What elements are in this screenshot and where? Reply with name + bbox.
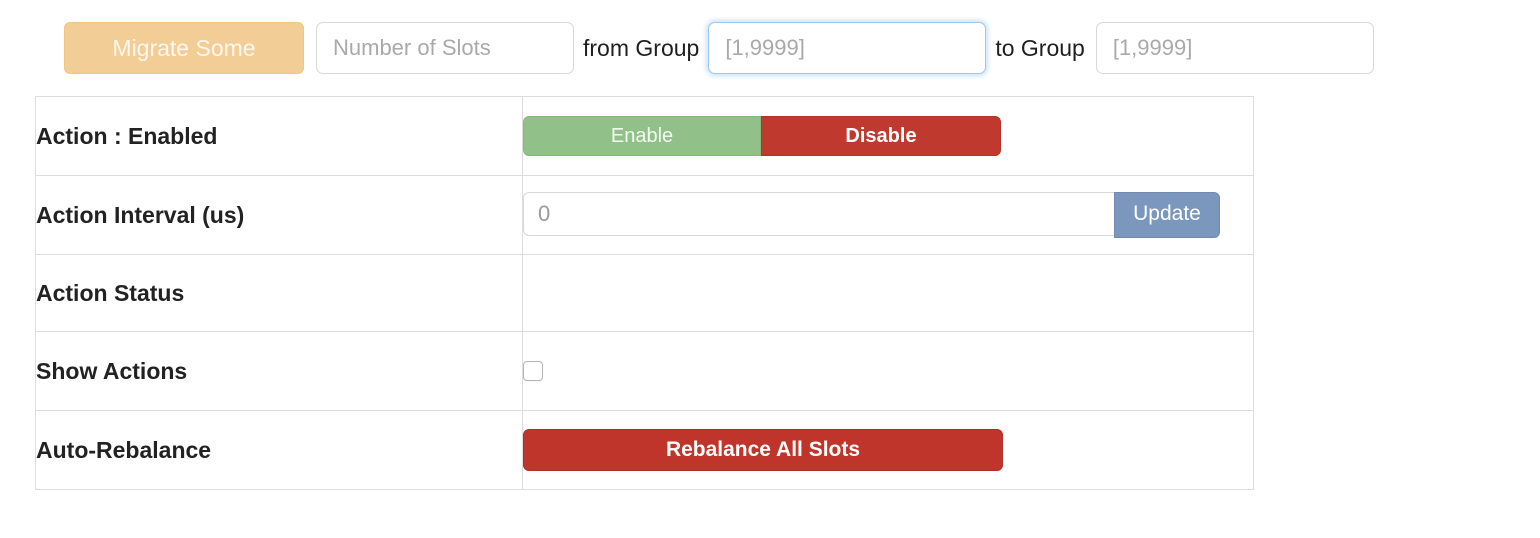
rebalance-all-slots-button[interactable]: Rebalance All Slots — [523, 429, 1003, 471]
action-settings-table: Action : Enabled Enable Disable Action I… — [35, 96, 1254, 490]
table-row-auto-rebalance: Auto-Rebalance Rebalance All Slots — [35, 410, 1254, 490]
disable-button[interactable]: Disable — [761, 116, 1001, 156]
update-button[interactable]: Update — [1114, 192, 1220, 238]
row-label-auto-rebalance: Auto-Rebalance — [35, 410, 523, 490]
row-label-action-interval: Action Interval (us) — [35, 175, 523, 255]
table-row-action-enabled: Action : Enabled Enable Disable — [35, 96, 1254, 176]
table-row-show-actions: Show Actions — [35, 331, 1254, 411]
row-value-action-interval: Update — [522, 175, 1254, 255]
migrate-toolbar: Migrate Some from Group to Group — [0, 0, 1540, 96]
row-value-show-actions — [522, 331, 1254, 411]
row-label-action-enabled: Action : Enabled — [35, 96, 523, 176]
table-row-action-status: Action Status — [35, 254, 1254, 332]
from-group-input[interactable] — [708, 22, 987, 74]
row-label-action-status: Action Status — [35, 254, 523, 332]
from-group-label: from Group — [583, 34, 700, 61]
number-of-slots-input[interactable] — [316, 22, 574, 74]
action-interval-input[interactable] — [523, 192, 1114, 236]
enable-button[interactable]: Enable — [523, 116, 761, 156]
to-group-input[interactable] — [1095, 22, 1374, 74]
action-interval-input-group: Update — [523, 192, 1220, 238]
to-group-label: to Group — [995, 34, 1085, 61]
migrate-some-button[interactable]: Migrate Some — [64, 22, 304, 74]
row-label-show-actions: Show Actions — [35, 331, 523, 411]
row-value-action-enabled: Enable Disable — [522, 96, 1254, 176]
table-row-action-interval: Action Interval (us) Update — [35, 175, 1254, 255]
show-actions-checkbox[interactable] — [523, 361, 543, 381]
row-value-auto-rebalance: Rebalance All Slots — [522, 410, 1254, 490]
row-value-action-status — [522, 254, 1254, 332]
enable-disable-button-group: Enable Disable — [523, 116, 1001, 156]
